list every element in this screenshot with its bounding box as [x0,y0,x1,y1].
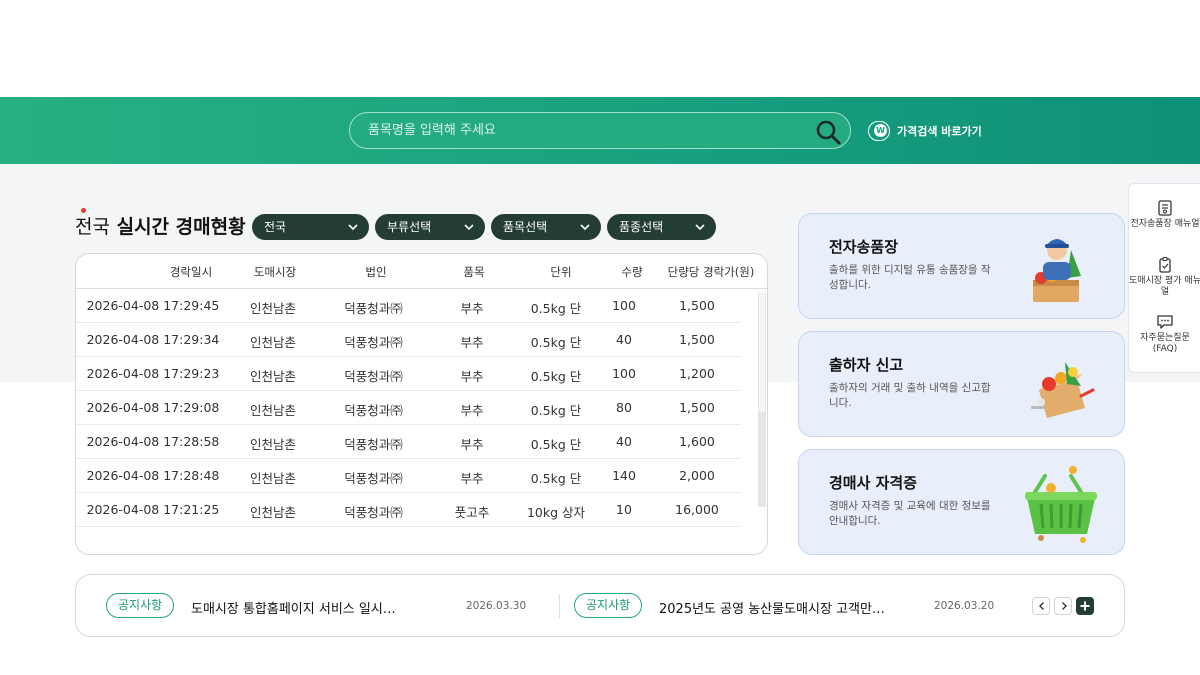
plus-icon [1080,601,1090,611]
col-header-qty: 수량 [621,265,643,279]
auctioneer-license-card[interactable]: 경매사 자격증 경매사 자격증 및 교육에 대한 정보를 안내합니다. [798,449,1125,555]
chevron-left-icon [1039,602,1044,610]
table-header: 경락일시 도매시장 법인 품목 단위 수량 단량당 경락가(원) [76,254,767,289]
col-header-corp: 법인 [365,265,387,279]
section-title: 전국 실시간 경매현황 [75,208,246,239]
table-row[interactable]: 2026-04-08 17:28:48 인천남촌 덕풍청과㈜ 부추 0.5kg … [76,459,741,493]
price-search-shortcut[interactable]: W 가격검색 바로가기 [868,121,982,141]
notice-divider [559,594,560,618]
notice-next-button[interactable] [1054,597,1072,615]
quick-menu-faq[interactable]: 자주묻는질문 (FAQ) [1129,313,1200,355]
chevron-down-icon [348,224,358,231]
table-row[interactable]: 2026-04-08 17:29:08 인천남촌 덕풍청과㈜ 부추 0.5kg … [76,391,741,425]
table-scrollbar[interactable] [758,292,766,507]
col-header-time: 경락일시 [169,265,213,279]
table-row[interactable]: 2026-04-08 17:21:25 인천남촌 덕풍청과㈜ 풋고추 10kg … [76,493,741,527]
chevron-right-icon [1062,602,1067,610]
col-header-item: 품목 [463,265,485,279]
price-search-label: 가격검색 바로가기 [897,125,982,138]
notice-date: 2026.03.20 [934,600,995,612]
chevron-down-icon [464,224,474,231]
table-row[interactable]: 2026-04-08 17:29:34 인천남촌 덕풍청과㈜ 부추 0.5kg … [76,323,741,357]
chevron-down-icon [580,224,590,231]
notice-title[interactable]: 2025년도 공영 농산물도매시장 고객만… [659,598,885,617]
auction-table: 경락일시 도매시장 법인 품목 단위 수량 단량당 경락가(원) 2026-04… [75,253,768,555]
search-box [349,112,851,149]
chevron-down-icon [695,224,705,231]
title-dot [81,208,86,213]
scrollbar-thumb[interactable] [759,292,765,412]
clipboard-icon [1159,256,1171,273]
notice-badge[interactable]: 공지사항 [106,593,175,618]
green-basket-icon [1025,466,1097,543]
notice-badge[interactable]: 공지사항 [574,593,643,618]
region-select[interactable]: 전국 [252,214,369,240]
search-input[interactable] [368,113,808,148]
category-select[interactable]: 부류선택 [375,214,485,240]
variety-select[interactable]: 품종선택 [607,214,716,240]
table-row[interactable]: 2026-04-08 17:29:23 인천남촌 덕풍청과㈜ 부추 0.5kg … [76,357,741,391]
notice-prev-button[interactable] [1032,597,1050,615]
col-header-price: 단량당 경락가(원) [667,265,755,279]
quick-menu-e-invoice-manual[interactable]: 전자송품장 매뉴얼 [1129,199,1200,230]
chat-icon [1157,315,1173,329]
vegetable-box-icon [1031,362,1095,418]
notice-title[interactable]: 도매시장 통합홈페이지 서비스 일시… [191,598,396,617]
quick-menu: 전자송품장 매뉴얼 도매시장 평가 매뉴얼 자주묻는질문 (FAQ) [1128,183,1200,373]
price-search-icon: W [868,121,890,141]
table-row[interactable]: 2026-04-08 17:29:45 인천남촌 덕풍청과㈜ 부추 0.5kg … [76,289,741,323]
col-header-unit: 단위 [550,265,572,279]
document-icon [1158,200,1172,216]
farmer-with-vegetable-box-icon [1033,239,1081,302]
table-row[interactable]: 2026-04-08 17:28:58 인천남촌 덕풍청과㈜ 부추 0.5kg … [76,425,741,459]
quick-menu-market-evaluation-manual[interactable]: 도매시장 평가 매뉴얼 [1129,256,1200,298]
col-header-market: 도매시장 [253,265,297,279]
notice-date: 2026.03.30 [466,600,527,612]
notice-bar: 공지사항 도매시장 통합홈페이지 서비스 일시… 2026.03.30 공지사항… [75,574,1125,637]
search-icon[interactable] [814,118,842,146]
notice-more-button[interactable] [1076,597,1094,615]
item-select[interactable]: 품목선택 [491,214,601,240]
shipper-report-card[interactable]: 출하자 신고 출하자의 거래 및 출하 내역을 신고합니다. [798,331,1125,437]
e-invoice-card[interactable]: 전자송품장 출하를 위한 디지털 유통 송품장을 작성합니다. [798,213,1125,319]
